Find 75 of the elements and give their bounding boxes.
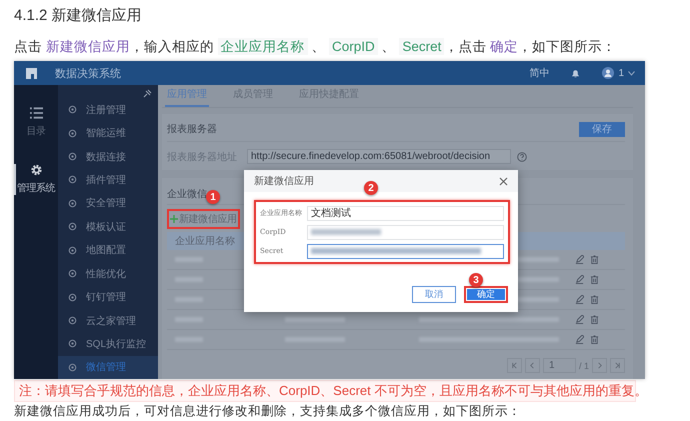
callout-badge: 2: [364, 181, 378, 195]
redacted-bar: [311, 229, 381, 235]
gear-icon: [30, 164, 42, 176]
input-field[interactable]: [307, 244, 504, 258]
circle-icon: [68, 292, 77, 302]
next-page-button[interactable]: [592, 358, 607, 373]
pencil-icon[interactable]: [575, 255, 584, 264]
sidebar-item[interactable]: 微信管理: [58, 356, 158, 380]
first-page-button[interactable]: [506, 358, 522, 373]
sidebar-item[interactable]: 注册管理: [58, 98, 158, 122]
plus-icon: [170, 215, 178, 223]
callout-badge: 3: [469, 273, 483, 287]
previous-page-icon: [528, 362, 536, 369]
trash-icon[interactable]: [590, 255, 599, 264]
circle-icon: [68, 316, 77, 325]
sidebar-item[interactable]: 钉钉管理: [58, 285, 158, 309]
redacted-bar: [285, 317, 345, 322]
list-icon: [30, 107, 42, 119]
sidebar-item[interactable]: 性能优化: [58, 262, 158, 286]
sidebar-item[interactable]: 地图配置: [58, 238, 158, 262]
circle-icon: [68, 339, 77, 348]
trash-icon[interactable]: [590, 275, 599, 284]
section-heading: 4.1.2 新建微信应用: [14, 6, 143, 26]
trash-icon[interactable]: [590, 315, 599, 324]
help-icon[interactable]: [517, 152, 527, 162]
circle-icon: [68, 175, 77, 184]
sidebar-item[interactable]: 安全管理: [58, 192, 158, 216]
last-page-button[interactable]: [610, 358, 625, 373]
circle-icon: [68, 246, 77, 255]
circle-icon: [68, 269, 77, 278]
card-title: 企业微信: [167, 189, 207, 200]
logo-icon: [26, 68, 37, 78]
sidebar-item[interactable]: 智能运维: [58, 121, 158, 145]
bell-icon[interactable]: [571, 68, 580, 78]
sidebar-item[interactable]: SQL执行监控: [58, 332, 158, 356]
input-field[interactable]: 文档测试: [307, 206, 504, 220]
sidebar-item[interactable]: 云之家管理: [58, 308, 158, 332]
card-title: 报表服务器: [167, 122, 217, 136]
trash-icon[interactable]: [590, 295, 599, 304]
sidebar-item[interactable]: 插件管理: [58, 168, 158, 192]
circle-icon: [68, 105, 77, 114]
first-page-icon: [510, 362, 518, 369]
cancel-button[interactable]: 取消: [412, 286, 456, 303]
column-header: 企业应用名称: [175, 234, 235, 248]
pencil-icon[interactable]: [575, 275, 584, 284]
next-page-icon: [596, 362, 603, 369]
circle-icon: [68, 152, 77, 162]
rail-item[interactable]: 目录: [14, 107, 58, 138]
url-field[interactable]: http://secure.finedevelop.com:65081/webroot/decision: [247, 149, 511, 164]
sidebar-item[interactable]: 数据连接: [58, 144, 158, 168]
page-field[interactable]: 1: [542, 358, 576, 373]
pencil-icon[interactable]: [575, 335, 584, 344]
user-name[interactable]: 1: [618, 68, 624, 78]
trash-icon[interactable]: [590, 335, 599, 344]
app-title: 数据决策系统: [55, 66, 121, 80]
circle-icon: [68, 198, 77, 208]
caret-icon[interactable]: [628, 70, 635, 76]
previous-page-button[interactable]: [524, 358, 540, 373]
rail-item[interactable]: 管理系统: [14, 164, 58, 195]
pin-icon[interactable]: [143, 89, 152, 98]
circle-icon: [68, 222, 77, 232]
pencil-icon[interactable]: [575, 295, 584, 304]
close-icon[interactable]: [499, 176, 508, 186]
instruction-text: 点击 新建微信应用，输入相应的 企业应用名称 、 CorpID 、 Secret ，点击 确定，如下图所示：: [14, 37, 618, 57]
sidebar-item[interactable]: 模板认证: [58, 215, 158, 239]
last-page-icon: [614, 362, 621, 369]
body-text: 新建微信应用成功后，可对信息进行修改和删除，支持集成多个微信应用，如下图所示：: [14, 404, 522, 418]
pencil-icon[interactable]: [575, 315, 584, 324]
dialog-title: 新建微信应用: [254, 174, 314, 188]
confirm-button[interactable]: 确定: [464, 286, 508, 303]
circle-icon: [68, 128, 77, 138]
language-label[interactable]: 简中: [529, 66, 550, 80]
circle-icon: [68, 362, 77, 372]
avatar-icon[interactable]: [602, 67, 614, 79]
save-button[interactable]: 保存: [579, 122, 625, 136]
